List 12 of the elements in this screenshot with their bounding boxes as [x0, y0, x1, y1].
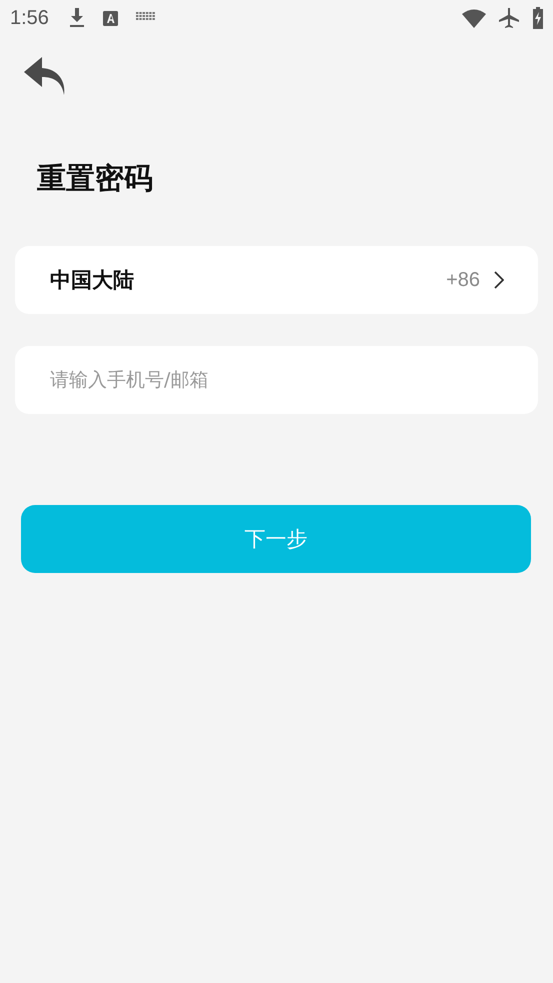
country-code: +86	[446, 268, 480, 292]
account-input-field[interactable]: 请输入手机号/邮箱	[15, 346, 538, 414]
status-time: 1:56	[10, 6, 49, 30]
font-icon	[102, 10, 118, 26]
region-selector[interactable]: 中国大陆 +86	[15, 246, 538, 314]
page-title: 重置密码	[37, 160, 154, 197]
wifi-icon	[462, 8, 486, 28]
download-icon	[68, 8, 85, 28]
battery-icon	[532, 7, 544, 29]
airplane-icon	[498, 7, 520, 29]
chevron-right-icon	[494, 271, 504, 289]
region-label: 中国大陆	[50, 267, 135, 294]
